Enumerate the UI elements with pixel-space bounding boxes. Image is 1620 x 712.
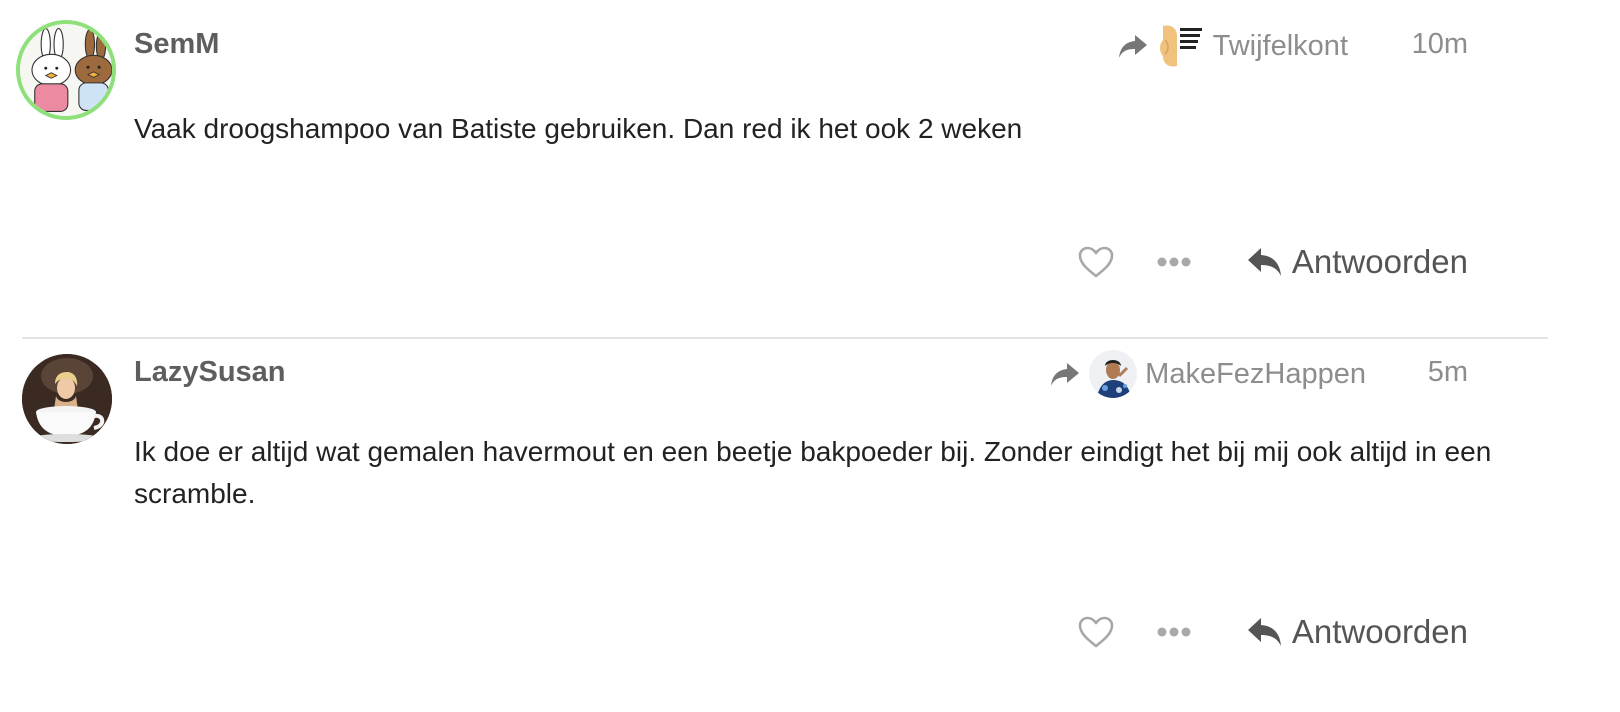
post-timestamp[interactable]: 10m <box>1412 28 1468 61</box>
like-button[interactable] <box>1076 612 1116 652</box>
avatar[interactable] <box>22 354 112 444</box>
avatar-image <box>20 24 112 116</box>
reply-button-label: Antwoorden <box>1291 613 1468 650</box>
post: LazySusan MakeFezHappen 5m Ik doe er alt… <box>0 340 1560 712</box>
more-options-button[interactable] <box>1154 242 1194 282</box>
post-body: Ik doe er altijd wat gemalen havermout e… <box>134 436 1492 509</box>
username[interactable]: LazySusan <box>134 356 286 389</box>
heart-outline-icon <box>1078 246 1114 278</box>
reply-to-username: Twijfelkont <box>1212 29 1348 62</box>
avatar[interactable] <box>16 20 116 120</box>
reply-to-indicator[interactable]: Twijfelkont <box>1117 20 1348 72</box>
reply-arrow-icon <box>1246 245 1284 279</box>
reply-button[interactable]: Antwoorden <box>1246 613 1468 651</box>
reply-to-indicator[interactable]: MakeFezHappen <box>1049 348 1366 400</box>
reply-to-avatar <box>1156 22 1205 70</box>
reply-button-label: Antwoorden <box>1291 243 1468 280</box>
post: SemM Twijfelkont 10m Vaak droogshampoo v… <box>0 0 1560 338</box>
avatar-image <box>22 354 112 444</box>
reply-to-avatar <box>1089 350 1138 398</box>
username[interactable]: SemM <box>134 28 219 61</box>
like-button[interactable] <box>1076 242 1116 282</box>
reply-button[interactable]: Antwoorden <box>1246 243 1468 281</box>
ellipsis-icon <box>1157 257 1191 267</box>
reply-to-username: MakeFezHappen <box>1145 357 1366 390</box>
post-divider <box>22 337 1548 339</box>
post-actions: Antwoorden <box>1076 607 1468 657</box>
more-options-button[interactable] <box>1154 612 1194 652</box>
heart-outline-icon <box>1078 616 1114 648</box>
share-arrow-icon <box>1049 360 1081 388</box>
share-arrow-icon <box>1117 32 1149 60</box>
post-body: Vaak droogshampoo van Batiste gebruiken.… <box>134 113 1023 144</box>
post-actions: Antwoorden <box>1076 237 1468 287</box>
post-timestamp[interactable]: 5m <box>1428 356 1468 389</box>
reply-arrow-icon <box>1246 615 1284 649</box>
ellipsis-icon <box>1157 627 1191 637</box>
